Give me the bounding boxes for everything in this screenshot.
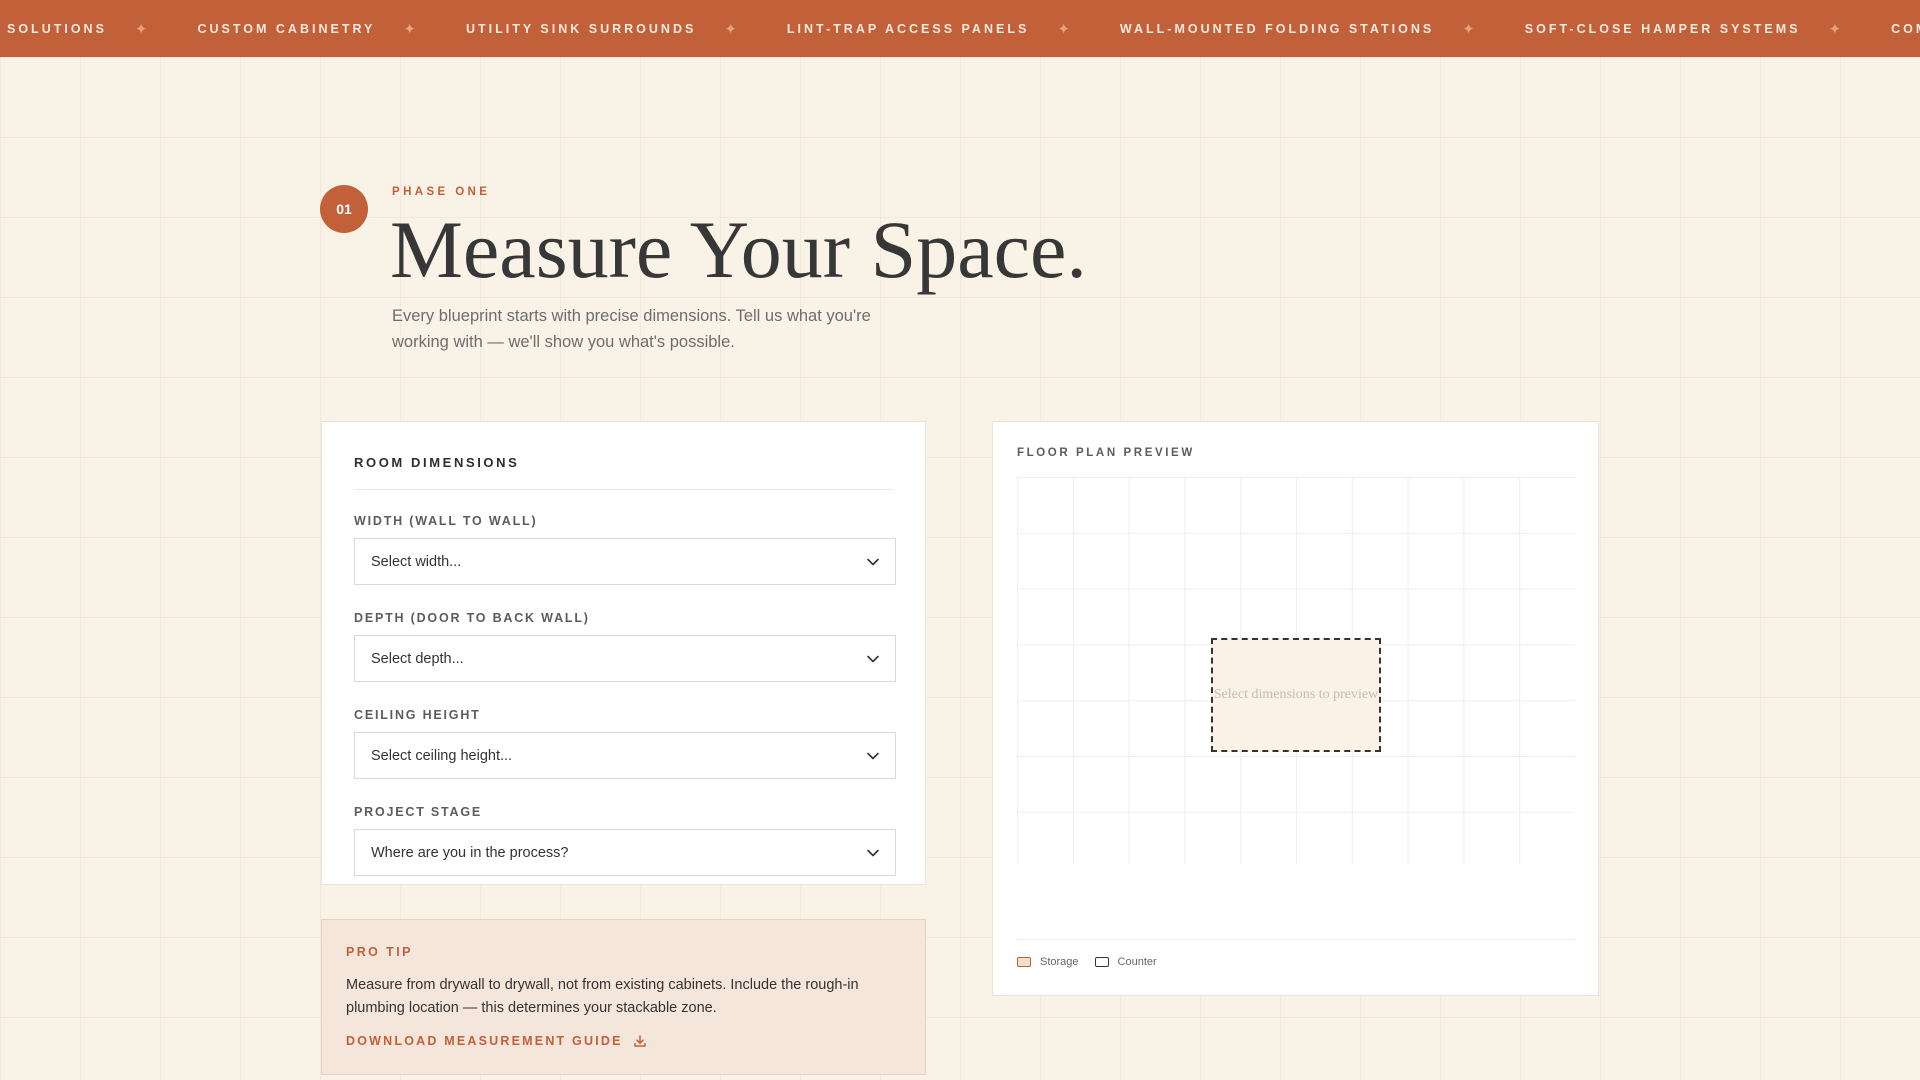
ceiling-height-select-value: Select ceiling height... [371, 747, 513, 764]
floor-plan-legend: Storage Counter [1017, 956, 1173, 968]
legend-label-counter: Counter [1117, 956, 1157, 968]
sparkle-icon: ✦ [1828, 20, 1842, 38]
ceiling-height-select[interactable]: Select ceiling height... [354, 732, 896, 779]
pro-tip-text: Measure from drywall to drywall, not fro… [346, 977, 859, 1016]
sparkle-icon: ✦ [1057, 20, 1070, 38]
ticker-item[interactable]: COMMERCIAL-G [1891, 22, 1920, 36]
download-guide-label: DOWNLOAD MEASUREMENT GUIDE [346, 1034, 623, 1048]
chevron-down-icon [867, 655, 879, 663]
room-dimensions-card: ROOM DIMENSIONS WIDTH (WALL TO WALL) Sel… [321, 421, 926, 885]
ticker-item[interactable]: WALL-MOUNTED FOLDING STATIONS [1120, 22, 1434, 36]
floor-plan-room-outline: Select dimensions to preview [1211, 638, 1381, 752]
floor-plan-divider [1017, 939, 1575, 940]
ticker-item[interactable]: CUSTOM CABINETRY [198, 22, 376, 36]
page-subtitle: Every blueprint starts with precise dime… [392, 307, 871, 351]
sparkle-icon: ✦ [724, 20, 737, 38]
pro-tip-card: PRO TIP Measure from drywall to drywall,… [321, 919, 926, 1075]
depth-select-value: Select depth... [371, 650, 464, 667]
ticker-item[interactable]: UTILITY SINK SURROUNDS [466, 22, 696, 36]
chevron-down-icon [867, 752, 879, 760]
depth-field: DEPTH (DOOR TO BACK WALL) Select depth..… [354, 611, 896, 682]
sparkle-icon: ✦ [1462, 20, 1475, 38]
ticker-track: SOLUTIONS ✦ CUSTOM CABINETRY ✦ UTILITY S… [7, 0, 1920, 57]
ceiling-height-field: CEILING HEIGHT Select ceiling height... [354, 708, 896, 779]
width-select-value: Select width... [371, 553, 462, 570]
project-stage-label: PROJECT STAGE [354, 805, 483, 819]
ticker-item[interactable]: SOFT-CLOSE HAMPER SYSTEMS [1525, 22, 1801, 36]
project-stage-select-value: Where are you in the process? [371, 844, 569, 861]
project-stage-field: PROJECT STAGE Where are you in the proce… [354, 805, 896, 876]
page-title: Measure Your Space. [390, 204, 1087, 295]
ticker-item[interactable]: SOLUTIONS [7, 22, 107, 36]
depth-select[interactable]: Select depth... [354, 635, 896, 682]
room-dimensions-title: ROOM DIMENSIONS [354, 454, 893, 490]
sparkle-icon: ✦ [403, 20, 416, 38]
legend-item-storage: Storage [1017, 956, 1079, 968]
width-field: WIDTH (WALL TO WALL) Select width... [354, 514, 896, 585]
legend-item-counter: Counter [1094, 956, 1157, 968]
phase-number-badge: 01 [320, 185, 368, 233]
storage-swatch [1017, 957, 1031, 967]
counter-swatch [1094, 957, 1109, 967]
floor-plan-placeholder: Select dimensions to preview [1213, 687, 1379, 702]
floor-plan-title: FLOOR PLAN PREVIEW [1017, 447, 1195, 459]
services-ticker: SOLUTIONS ✦ CUSTOM CABINETRY ✦ UTILITY S… [0, 0, 1920, 57]
phase-eyebrow: PHASE ONE [392, 186, 491, 198]
floor-plan-canvas: Select dimensions to preview [1017, 477, 1575, 864]
width-select[interactable]: Select width... [354, 538, 896, 585]
ceiling-height-label: CEILING HEIGHT [354, 708, 481, 722]
ticker-item[interactable]: LINT-TRAP ACCESS PANELS [787, 22, 1029, 36]
floor-plan-card: FLOOR PLAN PREVIEW Select dimensions to … [992, 421, 1599, 996]
pro-tip-title: PRO TIP [346, 945, 413, 959]
depth-label: DEPTH (DOOR TO BACK WALL) [354, 611, 590, 625]
chevron-down-icon [867, 849, 879, 857]
download-icon [633, 1035, 646, 1047]
project-stage-select[interactable]: Where are you in the process? [354, 829, 896, 876]
download-guide-link[interactable]: DOWNLOAD MEASUREMENT GUIDE [346, 1034, 647, 1048]
chevron-down-icon [867, 558, 879, 566]
width-label: WIDTH (WALL TO WALL) [354, 514, 538, 528]
legend-label-storage: Storage [1040, 956, 1079, 968]
sparkle-icon: ✦ [134, 20, 148, 38]
